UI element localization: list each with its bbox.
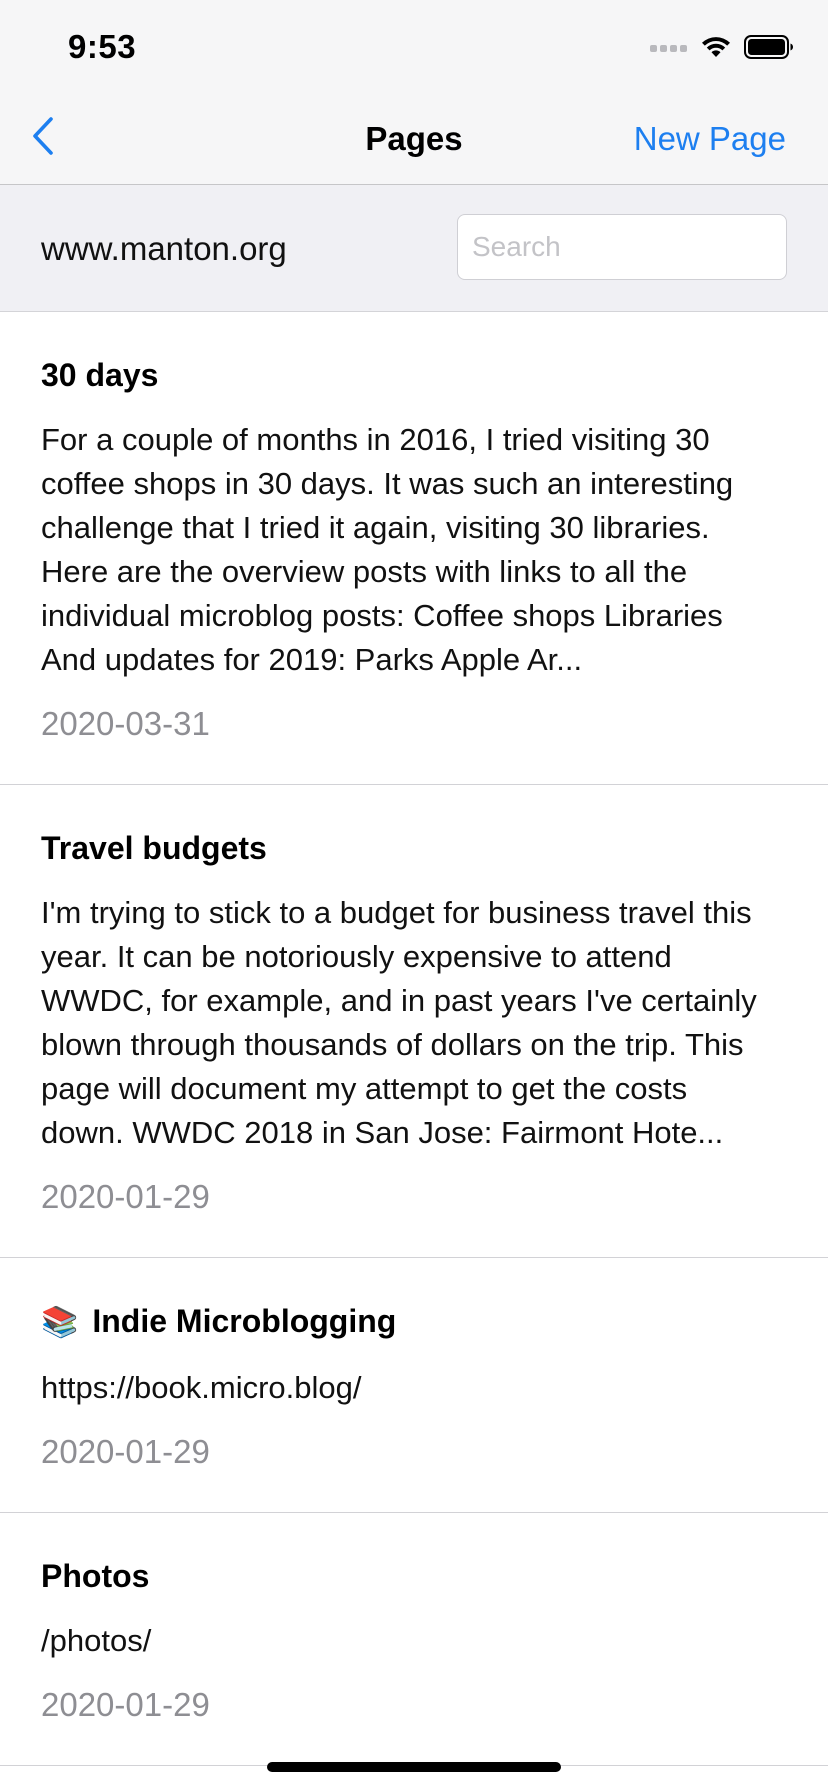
status-bar: 9:53 — [0, 0, 828, 92]
books-emoji-icon: 📚 — [41, 1306, 79, 1339]
item-title-text: Indie Microblogging — [92, 1303, 397, 1339]
item-title: 📚 Indie Microblogging — [41, 1302, 768, 1342]
item-date: 2020-01-29 — [41, 1433, 210, 1470]
battery-icon — [744, 34, 794, 64]
item-summary: /photos/ — [41, 1623, 152, 1658]
list-item[interactable]: 📚 Indie Microblogging https://book.micro.b… — [0, 1258, 828, 1513]
search-input[interactable] — [457, 214, 787, 280]
item-date: 2020-01-29 — [41, 1686, 210, 1723]
item-summary: For a couple of months in 2016, I tried … — [41, 422, 734, 677]
item-title: 30 days — [41, 356, 768, 394]
site-header: www.manton.org — [0, 185, 828, 312]
page-list: 30 days For a couple of months in 2016, I… — [0, 312, 828, 1766]
navigation-bar: Pages New Page — [0, 92, 828, 185]
item-date: 2020-01-29 — [41, 1178, 210, 1215]
item-title-text: 30 days — [41, 357, 159, 393]
status-time: 9:53 — [68, 28, 137, 65]
signal-icon — [650, 40, 688, 58]
new-page-button[interactable]: New Page — [634, 120, 786, 158]
list-item[interactable]: 30 days For a couple of months in 2016, I… — [0, 312, 828, 785]
list-item[interactable]: Photos/photos/2020-01-29 — [0, 1513, 828, 1766]
site-name: www.manton.org — [41, 230, 287, 267]
item-title-text: Photos — [41, 1558, 150, 1594]
item-date: 2020-03-31 — [41, 705, 210, 742]
wifi-icon — [700, 35, 732, 64]
item-summary: https://book.micro.blog/ — [41, 1370, 362, 1405]
item-title: Travel budgets — [41, 829, 768, 867]
list-item[interactable]: Travel budgets I'm trying to stick to a b… — [0, 785, 828, 1258]
item-title-text: Travel budgets — [41, 830, 267, 866]
home-indicator — [267, 1762, 561, 1772]
item-title: Photos — [41, 1557, 768, 1595]
item-summary: I'm trying to stick to a budget for busi… — [41, 895, 757, 1150]
status-icons — [650, 34, 794, 64]
